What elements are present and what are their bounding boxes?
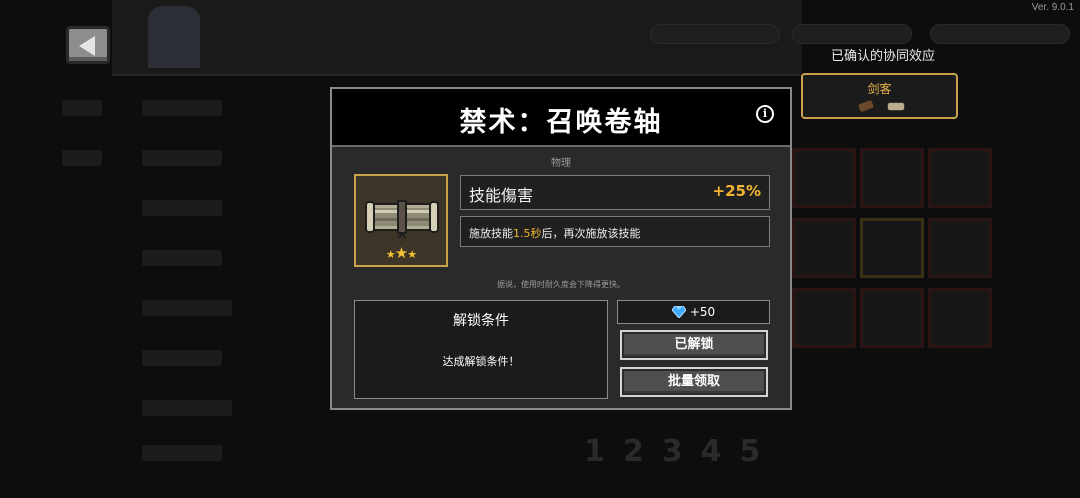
grid-tile[interactable]: [860, 148, 924, 208]
resource-bar: [650, 24, 780, 44]
page-number[interactable]: 2: [623, 434, 662, 469]
item-category: 物理: [551, 158, 571, 169]
unlock-title: 解锁条件: [453, 313, 509, 329]
batch-claim-button[interactable]: 批量领取: [620, 367, 768, 397]
description-highlight: 1.5秒: [513, 227, 542, 240]
page-number[interactable]: 5: [740, 434, 779, 469]
grid-tile[interactable]: [792, 218, 856, 278]
list-item[interactable]: [142, 150, 222, 166]
unlock-text: 达成解锁条件！: [442, 355, 520, 368]
list-item[interactable]: [142, 250, 222, 266]
list-item[interactable]: [142, 100, 222, 116]
list-item[interactable]: [142, 400, 232, 416]
grid-tile[interactable]: [928, 218, 992, 278]
synergy-name: 剑客: [867, 82, 892, 96]
menu-item[interactable]: [62, 150, 102, 166]
grid-tile[interactable]: [928, 148, 992, 208]
version-label: Ver. 9.0.1: [1031, 2, 1074, 13]
resource-bar: [930, 24, 1070, 44]
page-number[interactable]: 1: [584, 434, 623, 469]
info-icon[interactable]: i: [756, 105, 774, 123]
gem-icon: [671, 306, 686, 318]
page-number[interactable]: 4: [701, 434, 740, 469]
list-item[interactable]: [142, 200, 222, 216]
grid-tile[interactable]: [860, 218, 924, 278]
character-avatar: [148, 6, 200, 68]
resource-bar: [792, 24, 912, 44]
reward-display: +50: [617, 300, 770, 324]
description-suffix: 后，再次施放该技能: [541, 227, 641, 240]
list-item[interactable]: [142, 300, 232, 316]
effect-description-box: 施放技能1.5秒后，再次施放该技能: [460, 216, 770, 247]
sword-icon: [858, 99, 874, 113]
description-prefix: 施放技能: [469, 227, 513, 240]
grid-tile[interactable]: [860, 288, 924, 348]
page-indicator: 12345: [584, 434, 778, 469]
back-button[interactable]: [66, 26, 110, 64]
scroll-icon: [887, 102, 905, 111]
grid-tile[interactable]: [792, 288, 856, 348]
menu-item[interactable]: [62, 100, 102, 116]
item-detail-modal: 禁术：召唤卷轴 i 物理 ★★★ 技能傷害 +25% 施放技能1.5秒后，再次施…: [330, 87, 792, 410]
modal-header: 禁术：召唤卷轴 i: [332, 89, 790, 147]
scroll-icon: [365, 200, 439, 238]
effect-description: 施放技能1.5秒后，再次施放该技能: [469, 225, 641, 241]
synergy-title: 已确认的协同效应: [830, 49, 935, 64]
unlocked-button[interactable]: 已解锁: [620, 330, 768, 360]
item-icon-frame: ★★★: [354, 174, 448, 267]
reward-amount: +50: [689, 305, 716, 319]
star-rating: ★★★: [385, 244, 417, 262]
stat-label: 技能傷害: [469, 186, 534, 205]
unlock-condition-box: 解锁条件 达成解锁条件！: [354, 300, 608, 399]
list-item[interactable]: [142, 350, 222, 366]
stat-row: 技能傷害 +25%: [460, 175, 770, 210]
list-item[interactable]: [142, 445, 222, 461]
synergy-card[interactable]: 剑客: [801, 73, 958, 119]
grid-tile[interactable]: [792, 148, 856, 208]
stat-value: +25%: [712, 182, 761, 200]
grid-tile[interactable]: [928, 288, 992, 348]
page-number[interactable]: 3: [662, 434, 701, 469]
modal-title: 禁术：召唤卷轴: [459, 107, 663, 138]
item-flavor-note: 据说，使用时耐久度会下降得更快。: [497, 280, 625, 289]
